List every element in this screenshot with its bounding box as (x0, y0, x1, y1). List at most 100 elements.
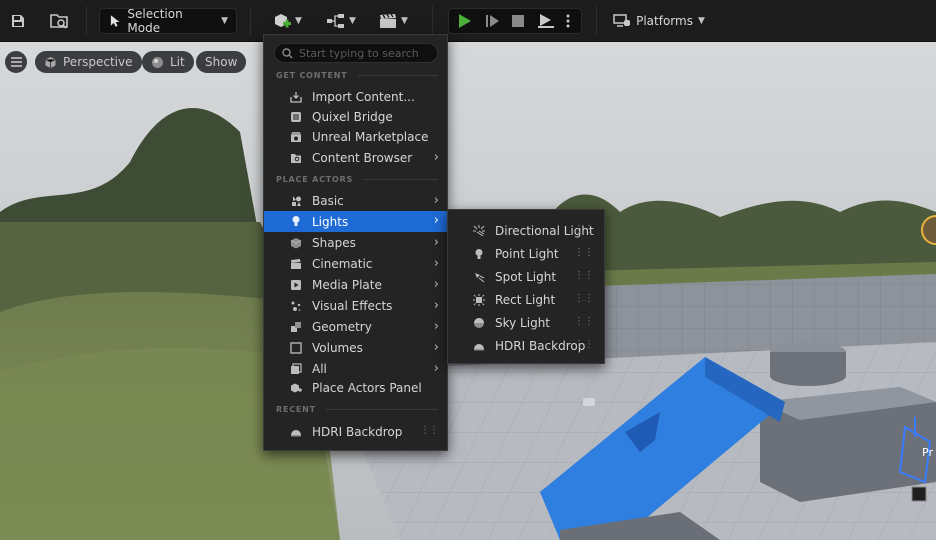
menu-search-input[interactable] (299, 46, 429, 60)
blueprints-button[interactable]: ▼ (322, 8, 360, 34)
platforms-label: Platforms (636, 14, 693, 28)
submenu-item-hdri-backdrop[interactable]: HDRI Backdrop ⋮⋮ (448, 335, 604, 357)
menu-item-label: Volumes (312, 341, 363, 355)
selection-mode-dropdown[interactable]: Selection Mode ▼ (99, 7, 237, 35)
toolbar-separator (596, 6, 597, 36)
play-controls (448, 8, 582, 34)
section-header-get-content: GET CONTENT (276, 71, 438, 80)
menu-item-quixel-bridge[interactable]: Quixel Bridge (264, 107, 447, 127)
submenu-item-rect-light[interactable]: Rect Light ⋮⋮ (448, 289, 604, 311)
menu-item-volumes[interactable]: Volumes › (264, 338, 447, 358)
submenu-item-sky-light[interactable]: Sky Light ⋮⋮ (448, 312, 604, 334)
lit-sphere-icon (152, 56, 163, 68)
menu-item-label: Lights (312, 214, 349, 229)
stop-icon (512, 15, 524, 27)
menu-item-label: Geometry (312, 320, 372, 334)
platforms-icon (613, 14, 631, 27)
submenu-item-point-light[interactable]: Point Light ⋮⋮ (448, 243, 604, 265)
menu-item-geometry[interactable]: Geometry › (264, 317, 447, 337)
blueprint-icon (327, 14, 345, 28)
chevron-right-icon: › (433, 298, 439, 313)
menu-item-cinematic[interactable]: Cinematic › (264, 254, 447, 274)
section-header-recent: RECENT (276, 405, 438, 414)
quick-add-menu: GET CONTENT Import Content... Quixel Bri… (263, 34, 448, 451)
submenu-item-label: Sky Light (495, 316, 551, 330)
menu-item-recent-hdri-backdrop[interactable]: HDRI Backdrop ⋮⋮ (264, 422, 447, 442)
clapper-icon (380, 13, 397, 28)
drag-handle-icon[interactable]: ⋮⋮ (420, 425, 439, 436)
cinematics-button[interactable]: ▼ (374, 8, 412, 34)
directional-light-icon (473, 225, 485, 237)
play-button[interactable] (449, 13, 479, 29)
sparkle-icon (291, 301, 301, 311)
chevron-down-icon: ▼ (697, 16, 705, 26)
menu-item-unreal-marketplace[interactable]: Unreal Marketplace (264, 127, 447, 147)
menu-search-box[interactable] (274, 43, 438, 63)
view-mode-button[interactable]: Lit (142, 51, 194, 73)
menu-item-basic[interactable]: Basic › (264, 191, 447, 211)
all-icon (291, 363, 302, 374)
stop-button[interactable] (505, 14, 531, 28)
submenu-item-label: Point Light (495, 247, 559, 261)
content-browser-icon (291, 154, 301, 163)
section-title: GET CONTENT (276, 71, 348, 80)
menu-item-lights[interactable]: Lights › (264, 211, 447, 232)
hdri-icon (474, 344, 484, 351)
chevron-right-icon: › (433, 361, 439, 376)
viewport-options-button[interactable] (5, 51, 27, 73)
chevron-right-icon: › (433, 256, 439, 271)
eject-button[interactable] (531, 13, 561, 29)
menu-item-place-actors-panel[interactable]: Place Actors Panel (264, 378, 447, 398)
toolbar-separator (432, 6, 433, 36)
advance-frame-button[interactable] (479, 13, 505, 29)
more-vertical-icon (566, 14, 570, 28)
volume-icon (290, 342, 302, 354)
chevron-right-icon: › (433, 193, 439, 208)
menu-item-visual-effects[interactable]: Visual Effects › (264, 296, 447, 316)
actor-label: Pr (922, 446, 933, 459)
menu-item-all[interactable]: All › (264, 359, 447, 379)
drag-handle-icon[interactable]: ⋮⋮ (574, 270, 594, 281)
chevron-down-icon: ▼ (295, 16, 302, 26)
lights-submenu: Directional Light ⋮⋮ Point Light ⋮⋮ Spot… (447, 209, 605, 364)
perspective-label: Perspective (63, 55, 133, 69)
show-label: Show (205, 55, 238, 69)
hamburger-icon (10, 57, 22, 67)
drag-handle-icon[interactable]: ⋮⋮ (574, 339, 594, 350)
main-toolbar: Selection Mode ▼ ▼ ▼ ▼ Platforms ▼ (0, 0, 936, 42)
chevron-right-icon: › (433, 277, 439, 292)
drag-handle-icon[interactable]: ⋮⋮ (574, 247, 594, 258)
chevron-down-icon: ▼ (401, 16, 408, 26)
submenu-item-spot-light[interactable]: Spot Light ⋮⋮ (448, 266, 604, 288)
content-browser-button[interactable] (48, 8, 70, 34)
menu-item-shapes[interactable]: Shapes › (264, 233, 447, 253)
menu-item-content-browser[interactable]: Content Browser › (264, 148, 447, 168)
save-icon (12, 15, 24, 27)
menu-item-import-content[interactable]: Import Content... (264, 87, 447, 107)
basic-icon (292, 196, 301, 206)
folder-search-icon (50, 14, 68, 29)
submenu-item-directional-light[interactable]: Directional Light ⋮⋮ (448, 220, 604, 242)
chevron-right-icon: › (433, 213, 439, 228)
point-light-icon (475, 249, 483, 259)
drag-handle-icon[interactable]: ⋮⋮ (574, 224, 594, 235)
submenu-item-label: Rect Light (495, 293, 556, 307)
section-title: PLACE ACTORS (276, 175, 354, 184)
import-icon (290, 92, 302, 103)
drag-handle-icon[interactable]: ⋮⋮ (574, 316, 594, 327)
menu-item-media-plate[interactable]: Media Plate › (264, 275, 447, 295)
drag-handle-icon[interactable]: ⋮⋮ (574, 293, 594, 304)
lit-label: Lit (170, 55, 185, 69)
bridge-icon (291, 112, 301, 122)
perspective-button[interactable]: Perspective (35, 51, 142, 73)
show-button[interactable]: Show (196, 51, 247, 73)
clapper-icon (291, 259, 301, 269)
step-forward-icon (486, 15, 499, 27)
quick-add-button[interactable]: ▼ (268, 8, 306, 34)
toolbar-separator (86, 6, 87, 36)
platforms-dropdown[interactable]: Platforms ▼ (611, 8, 707, 34)
place-actors-icon (291, 383, 302, 393)
play-options-button[interactable] (561, 13, 575, 29)
divider (363, 179, 438, 180)
save-button[interactable] (8, 8, 28, 34)
